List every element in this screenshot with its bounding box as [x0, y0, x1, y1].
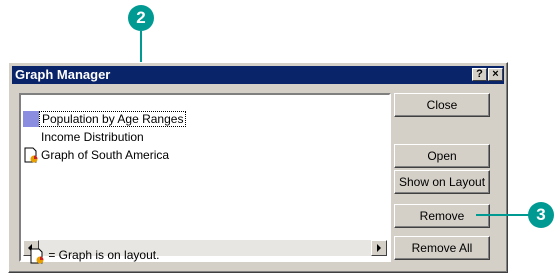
remove-button[interactable]: Remove	[394, 204, 490, 228]
list-item[interactable]: Graph of South America	[23, 147, 171, 163]
help-icon: ?	[476, 68, 483, 80]
close-button[interactable]: Close	[394, 93, 490, 117]
step-3-callout: 3	[528, 202, 554, 228]
close-icon: ×	[492, 68, 499, 80]
remove-all-button[interactable]: Remove All	[394, 236, 490, 260]
show-on-layout-button[interactable]: Show on Layout	[394, 170, 490, 194]
window-title: Graph Manager	[15, 67, 111, 82]
step-2-number: 2	[136, 8, 146, 27]
graph-list[interactable]: Population by Age Ranges Income Distribu…	[19, 93, 391, 262]
step-3-number: 3	[536, 205, 546, 224]
arrow-right-icon	[377, 244, 381, 252]
step-3-leader-line	[476, 214, 530, 216]
list-item-label: Graph of South America	[41, 148, 170, 162]
list-item-label: Population by Age Ranges	[39, 111, 187, 127]
step-2-callout: 2	[128, 5, 154, 31]
list-item[interactable]: Income Distribution	[23, 129, 146, 145]
list-item[interactable]: Population by Age Ranges	[23, 111, 187, 127]
legend: = Graph is on layout.	[29, 248, 159, 264]
graph-on-layout-icon	[30, 248, 44, 264]
help-button[interactable]: ?	[472, 68, 487, 81]
blank-icon	[23, 129, 39, 145]
graph-manager-dialog: Graph Manager ? × Population by Age Rang…	[8, 62, 508, 273]
window-close-button[interactable]: ×	[488, 68, 503, 81]
graph-swatch-icon	[23, 111, 39, 127]
title-bar[interactable]: Graph Manager ? ×	[12, 66, 504, 84]
scroll-right-button[interactable]	[371, 240, 387, 256]
list-item-label: Income Distribution	[41, 130, 144, 144]
legend-text: = Graph is on layout.	[48, 248, 160, 263]
graph-on-layout-icon	[23, 147, 39, 163]
open-button[interactable]: Open	[394, 144, 490, 168]
